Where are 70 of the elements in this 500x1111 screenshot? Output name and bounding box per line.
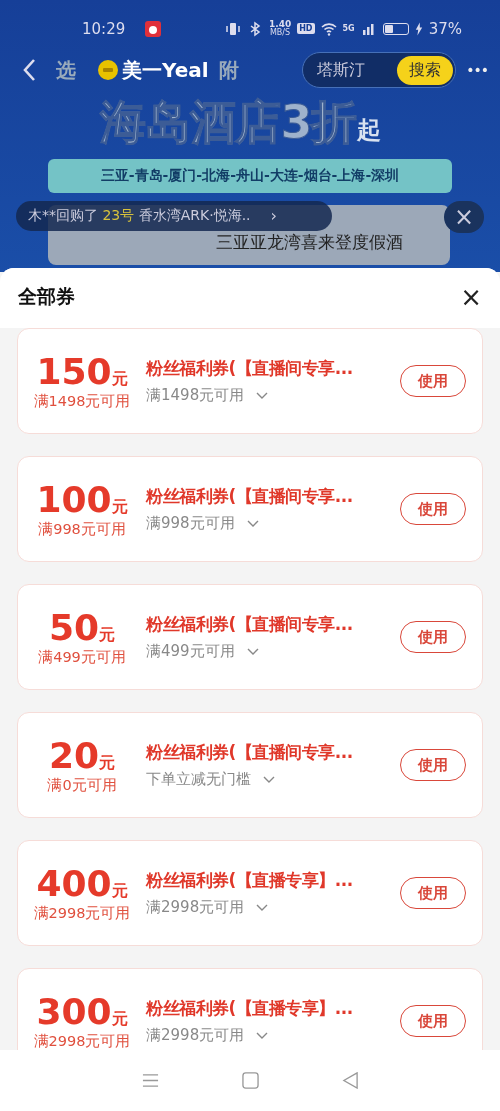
coupon-condition: 满499元可用 — [38, 647, 126, 667]
expand-chevron-icon[interactable] — [246, 519, 259, 528]
brand-logo-icon — [98, 60, 118, 80]
coupon-amount: 300 — [36, 991, 112, 1032]
coupon-description: 满1498元可用 — [146, 386, 245, 405]
currency-unit: 元 — [111, 1008, 128, 1030]
expand-chevron-icon[interactable] — [256, 903, 269, 912]
coupon-condition: 满2998元可用 — [33, 903, 131, 923]
coupon-title: 粉丝福利券(【直播专享】... — [146, 997, 354, 1020]
coupon-description: 满2998元可用 — [146, 1026, 245, 1045]
vibrate-icon — [224, 20, 241, 37]
coupon-condition: 满0元可用 — [47, 775, 117, 795]
coupon-condition: 满998元可用 — [38, 519, 126, 539]
coupon-amount: 100 — [36, 479, 112, 520]
coupon-title: 粉丝福利券(【直播间专享... — [146, 613, 354, 636]
use-button[interactable]: 使用 — [400, 877, 466, 909]
coupon-description: 满499元可用 — [146, 642, 235, 661]
coupon-description: 满2998元可用 — [146, 898, 245, 917]
expand-chevron-icon[interactable] — [263, 775, 275, 784]
app-notification-icon — [145, 20, 162, 37]
coupon-amount: 400 — [36, 863, 112, 904]
home-icon[interactable] — [241, 1072, 259, 1089]
network-speed: 1.40 MB/S — [268, 20, 292, 37]
close-button[interactable]: × — [460, 284, 482, 310]
clock-time: 10:29 — [82, 19, 126, 38]
expand-chevron-icon[interactable] — [246, 647, 259, 656]
sheet-title: 全部券 — [18, 284, 75, 309]
nav-tab[interactable]: 附 — [218, 56, 239, 84]
coupon-condition: 满1498元可用 — [33, 391, 131, 411]
nav-tab[interactable]: 选 — [56, 56, 76, 84]
hotel-name: 三亚亚龙湾喜来登度假酒 — [216, 232, 403, 254]
currency-unit: 元 — [111, 368, 128, 390]
menu-icon[interactable] — [141, 1072, 159, 1089]
charging-icon — [414, 21, 423, 36]
coupon-title: 粉丝福利券(【直播间专享... — [146, 485, 354, 508]
coupon-description: 下单立减无门槛 — [146, 770, 251, 789]
currency-unit: 元 — [111, 496, 128, 518]
city-ribbon: 三亚-青岛-厦门-北海-舟山-大连-烟台-上海-深圳 — [48, 159, 452, 193]
banner-title: 海岛酒店3折起 — [99, 95, 381, 151]
coupon-description: 满998元可用 — [146, 514, 235, 533]
coupon-title: 粉丝福利券(【直播间专享... — [146, 741, 354, 764]
search-button[interactable]: 搜索 — [397, 55, 454, 85]
wifi-icon — [320, 20, 337, 37]
use-button[interactable]: 使用 — [400, 365, 466, 397]
hd-badge: HD — [297, 23, 315, 34]
currency-unit: 元 — [111, 880, 128, 902]
use-button[interactable]: 使用 — [400, 749, 466, 781]
ticker-arrow: › — [270, 208, 277, 224]
purchase-ticker[interactable]: 木**回购了 23号 香水湾ARK·悦海.. › — [16, 201, 332, 231]
more-button[interactable]: ••• — [466, 62, 488, 78]
coupon-title: 粉丝福利券(【直播间专享... — [146, 357, 354, 380]
battery-icon — [382, 22, 409, 35]
nav-tab[interactable]: 美一Yeal — [122, 56, 209, 84]
close-button[interactable]: × — [444, 201, 484, 233]
network-type: 5G — [342, 24, 355, 33]
coupon-condition: 满2998元可用 — [33, 1031, 131, 1050]
ticker-text: 木**回购了 23号 香水湾ARK·悦海.. — [28, 207, 251, 225]
use-button[interactable]: 使用 — [400, 621, 466, 653]
use-button[interactable]: 使用 — [400, 1005, 466, 1037]
search-field[interactable]: 塔斯汀 搜索 — [302, 52, 457, 88]
coupon-amount: 150 — [36, 351, 112, 392]
coupon-amount: 20 — [48, 735, 100, 776]
coupon-amount: 50 — [48, 607, 100, 648]
currency-unit: 元 — [99, 752, 116, 774]
expand-chevron-icon[interactable] — [256, 1031, 269, 1040]
expand-chevron-icon[interactable] — [256, 391, 269, 400]
use-button[interactable]: 使用 — [400, 493, 466, 525]
coupon-title: 粉丝福利券(【直播专享】... — [146, 869, 354, 892]
currency-unit: 元 — [99, 624, 116, 646]
battery-percent: 37% — [428, 19, 462, 38]
